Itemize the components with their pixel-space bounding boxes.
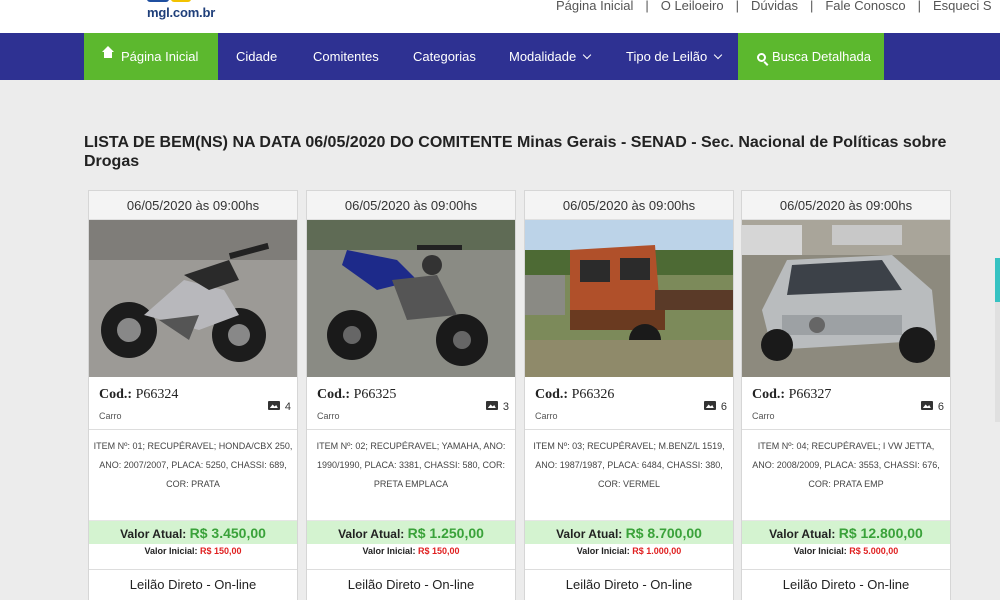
- image-icon: [267, 401, 280, 410]
- lot-category: Carro: [317, 411, 340, 421]
- lot-date: 06/05/2020 às 09:00hs: [742, 191, 950, 220]
- lot-code: Cod.: P66324: [99, 387, 179, 402]
- lot-date: 06/05/2020 às 09:00hs: [89, 191, 297, 220]
- auction-mode[interactable]: Leilão Direto - On-line: [525, 569, 733, 599]
- nav-home[interactable]: Página Inicial: [84, 33, 218, 80]
- initial-value: Valor Inicial: R$ 5.000,00: [793, 546, 899, 556]
- nav-busca-label: Busca Detalhada: [772, 49, 872, 64]
- lot-description: ITEM Nº: 01; RECUPÉRAVEL; HONDA/CBX 250,…: [93, 441, 293, 489]
- lot-category: Carro: [99, 411, 122, 421]
- lot-photo[interactable]: [89, 220, 297, 377]
- side-panel-edge: [995, 302, 1000, 422]
- divider: [742, 429, 950, 430]
- nav-categorias[interactable]: Categorias: [413, 33, 476, 80]
- nav-home-label: Página Inicial: [121, 49, 199, 64]
- divider: [525, 429, 733, 430]
- nav-cidade[interactable]: Cidade: [236, 33, 277, 80]
- current-value: Valor Atual: R$ 3.450,00: [89, 520, 297, 544]
- current-value: Valor Atual: R$ 1.250,00: [307, 520, 515, 544]
- main-nav: Página Inicial Cidade Comitentes Categor…: [0, 33, 1000, 80]
- top-links: Página Inicial | O Leiloeiro | Dúvidas |…: [556, 0, 992, 13]
- lot-card[interactable]: 06/05/2020 às 09:00hs Cod.: P66326 Carro…: [524, 190, 734, 600]
- nav-tipo-label: Tipo de Leilão: [626, 49, 708, 64]
- photo-count[interactable]: 4: [267, 401, 291, 413]
- lot-card[interactable]: 06/05/2020 às 09:00hs Cod.: P66325 Carro…: [306, 190, 516, 600]
- lot-category: Carro: [535, 411, 558, 421]
- top-link-esqueci-senha[interactable]: Esqueci S: [933, 0, 992, 13]
- top-link-pagina-inicial[interactable]: Página Inicial: [556, 0, 633, 13]
- nav-tipo-leilao[interactable]: Tipo de Leilão: [626, 33, 723, 80]
- lot-description: ITEM Nº: 04; RECUPÉRAVEL; I VW JETTA, AN…: [752, 441, 940, 489]
- separator: |: [809, 0, 814, 13]
- initial-value: Valor Inicial: R$ 150,00: [144, 546, 242, 556]
- separator: |: [917, 0, 921, 13]
- separator: |: [645, 0, 649, 13]
- page-title: LISTA DE BEM(NS) NA DATA 06/05/2020 DO C…: [84, 134, 947, 170]
- home-icon: [102, 46, 114, 61]
- current-value: Valor Atual: R$ 12.800,00: [742, 520, 950, 544]
- lot-description: ITEM Nº: 02; RECUPÉRAVEL; YAMAHA, ANO: 1…: [316, 441, 506, 489]
- lot-photo[interactable]: [525, 220, 733, 377]
- top-link-fale-conosco[interactable]: Fale Conosco: [825, 0, 905, 13]
- initial-value: Valor Inicial: R$ 150,00: [362, 546, 460, 556]
- lot-photo[interactable]: [307, 220, 515, 377]
- divider: [307, 429, 515, 430]
- top-link-leiloeiro[interactable]: O Leiloeiro: [661, 0, 724, 13]
- lot-code: Cod.: P66325: [317, 387, 397, 402]
- image-icon: [485, 401, 498, 410]
- separator: |: [735, 0, 739, 13]
- chevron-down-icon: [713, 50, 723, 60]
- initial-value: Valor Inicial: R$ 1.000,00: [576, 546, 682, 556]
- auction-mode[interactable]: Leilão Direto - On-line: [742, 569, 950, 599]
- lot-date: 06/05/2020 às 09:00hs: [525, 191, 733, 220]
- image-icon: [920, 401, 933, 410]
- lot-category: Carro: [752, 411, 775, 421]
- auction-mode[interactable]: Leilão Direto - On-line: [89, 569, 297, 599]
- photo-count[interactable]: 6: [920, 401, 944, 413]
- lot-card[interactable]: 06/05/2020 às 09:00hs Cod.: P66327 Carro…: [741, 190, 951, 600]
- top-header: mgl.com.br Página Inicial | O Leiloeiro …: [0, 0, 1000, 33]
- divider: [89, 429, 297, 430]
- current-value: Valor Atual: R$ 8.700,00: [525, 520, 733, 544]
- image-icon: [703, 401, 716, 410]
- logo-mark[interactable]: [147, 0, 191, 2]
- nav-busca-detalhada[interactable]: Busca Detalhada: [738, 33, 884, 80]
- nav-comitentes[interactable]: Comitentes: [313, 33, 379, 80]
- lot-code: Cod.: P66326: [535, 387, 615, 402]
- lot-code: Cod.: P66327: [752, 387, 832, 402]
- lot-card[interactable]: 06/05/2020 às 09:00hs Cod.: P66324 Carro…: [88, 190, 298, 600]
- photo-count[interactable]: 6: [703, 401, 727, 413]
- logo-text[interactable]: mgl.com.br: [147, 5, 215, 20]
- chevron-down-icon: [582, 50, 592, 60]
- nav-modalidade-label: Modalidade: [509, 49, 577, 64]
- photo-count[interactable]: 3: [485, 401, 509, 413]
- lot-date: 06/05/2020 às 09:00hs: [307, 191, 515, 220]
- lot-description: ITEM Nº: 03; RECUPÉRAVEL; M.BENZ/L 1519,…: [533, 441, 725, 489]
- search-icon: [757, 53, 766, 62]
- side-widget[interactable]: [995, 258, 1000, 302]
- top-link-duvidas[interactable]: Dúvidas: [751, 0, 798, 13]
- nav-modalidade[interactable]: Modalidade: [509, 33, 592, 80]
- auction-mode[interactable]: Leilão Direto - On-line: [307, 569, 515, 599]
- lot-photo[interactable]: [742, 220, 950, 377]
